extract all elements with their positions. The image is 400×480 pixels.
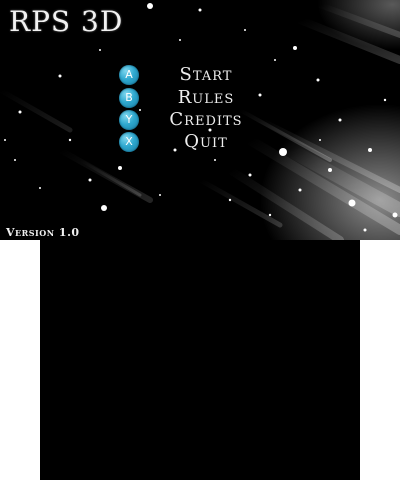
game-title: RPS 3D <box>9 5 124 38</box>
x-button-icon: X <box>119 131 139 152</box>
a-button-icon: A <box>119 64 139 85</box>
menu-label-credits: Credits <box>169 108 243 130</box>
menu-label-rules: Rules <box>177 86 235 108</box>
menu-item-quit[interactable]: X Quit <box>119 130 259 153</box>
b-button-icon: B <box>119 87 139 108</box>
bottom-screen <box>40 240 360 480</box>
menu-item-start[interactable]: A Start <box>119 63 259 86</box>
top-screen: RPS 3D A Start B Rules Y Credits X Quit … <box>0 0 400 240</box>
version-label: Version 1.0 <box>6 226 80 239</box>
menu-item-credits[interactable]: Y Credits <box>119 109 259 130</box>
menu-item-rules[interactable]: B Rules <box>119 86 259 109</box>
menu-label-quit: Quit <box>184 130 228 152</box>
y-button-icon: Y <box>119 109 139 130</box>
menu-label-start: Start <box>179 63 233 85</box>
main-menu: A Start B Rules Y Credits X Quit <box>119 63 259 153</box>
